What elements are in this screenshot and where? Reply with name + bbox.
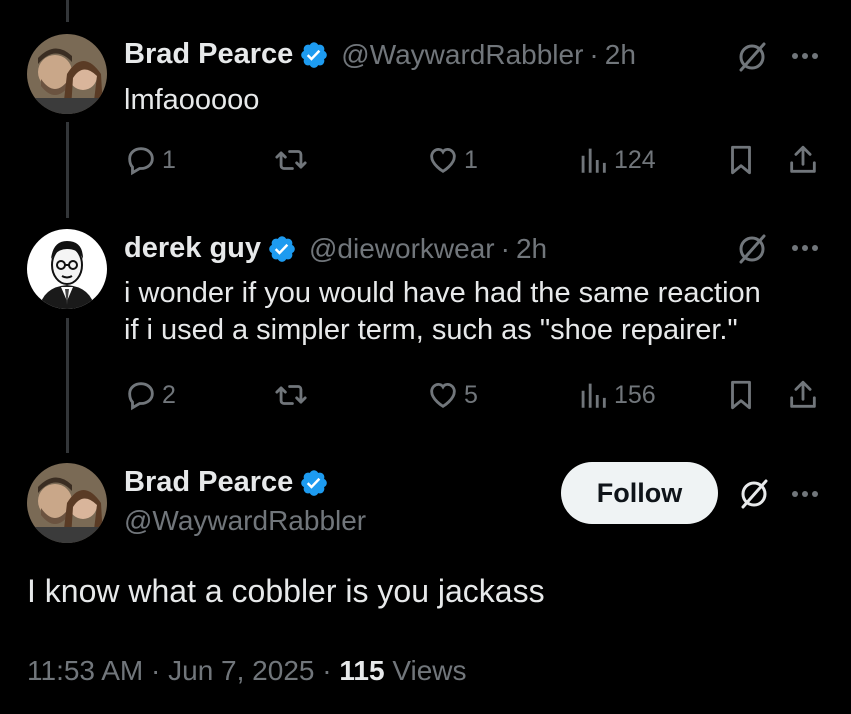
like-button[interactable]: 5 [426,378,478,412]
tweet-text-line: if i used a simpler term, such as "shoe … [124,314,738,346]
reply-count: 1 [162,145,176,174]
views-icon [581,383,606,408]
reply-button[interactable]: 1 [124,143,176,177]
tweet-timestamp[interactable]: 11:53 AM [27,655,143,686]
main-tweet-text: I know what a cobbler is you jackass [27,573,545,609]
follow-button[interactable]: Follow [561,462,718,524]
separator-dot: · [151,655,161,686]
bookmark-button[interactable] [724,378,758,412]
more-icon[interactable] [787,38,823,74]
tweet-time[interactable]: 2h [605,39,636,71]
more-icon[interactable] [787,476,823,512]
views-button[interactable]: 124 [576,143,656,177]
more-icon[interactable] [787,230,823,266]
author-handle[interactable]: @dieworkwear [309,233,495,265]
like-count: 1 [464,145,478,174]
verified-badge-icon[interactable] [267,234,297,264]
views-count: 156 [614,380,656,409]
tweet-text: lmfaooooo [124,84,260,116]
like-icon [430,382,456,408]
thread-line-top [66,0,69,22]
share-icon [790,380,816,408]
tweet-header: Brad Pearce [124,466,329,499]
reply-icon [128,147,154,176]
tweet-actions: 2 5 156 [124,378,821,418]
like-count: 5 [464,380,478,409]
bookmark-button[interactable] [724,143,758,177]
bookmark-icon [731,380,751,410]
separator-dot: · [500,232,510,264]
grok-icon[interactable] [736,476,772,512]
grok-icon[interactable] [734,39,770,75]
retweet-icon [275,150,307,170]
verified-badge-icon[interactable] [299,468,329,498]
avatar[interactable] [27,229,107,309]
reply-icon [128,382,154,411]
author-name[interactable]: Brad Pearce [124,466,293,499]
retweet-button[interactable] [274,143,312,177]
tweet-time[interactable]: 2h [516,233,547,265]
verified-badge-icon[interactable] [299,40,329,70]
author-name[interactable]: derek guy [124,232,261,265]
grok-icon[interactable] [734,231,770,267]
like-button[interactable]: 1 [426,143,478,177]
author-handle[interactable]: @WaywardRabbler [124,505,366,537]
thread-line-2 [66,318,69,453]
views-count: 115 [339,655,385,686]
bookmark-icon [731,145,751,175]
separator-dot: · [589,38,599,70]
retweet-button[interactable] [274,378,312,412]
thread-line-1 [66,122,69,218]
tweet-header: derek guy @dieworkwear · 2h [124,232,547,265]
share-button[interactable] [786,378,820,412]
views-count: 124 [614,145,656,174]
avatar[interactable] [27,463,107,543]
tweet-meta: 11:53 AM · Jun 7, 2025 · 115 Views [27,655,467,687]
tweet-actions: 1 1 124 [124,143,821,183]
author-name[interactable]: Brad Pearce [124,38,293,71]
like-icon [430,147,456,173]
tweet-header: Brad Pearce @WaywardRabbler · 2h [124,38,636,71]
tweet-text-line: i wonder if you would have had the same … [124,277,761,309]
views-icon [581,148,606,173]
share-button[interactable] [786,143,820,177]
separator-dot: · [322,655,332,686]
reply-button[interactable]: 2 [124,378,176,412]
tweet-date[interactable]: Jun 7, 2025 [168,655,314,686]
share-icon [790,145,816,173]
avatar[interactable] [27,34,107,114]
author-handle[interactable]: @WaywardRabbler [341,39,583,71]
tweet-text: i wonder if you would have had the same … [124,275,761,349]
retweet-icon [275,385,307,405]
reply-count: 2 [162,380,176,409]
views-button[interactable]: 156 [576,378,656,412]
views-label: Views [392,655,467,686]
